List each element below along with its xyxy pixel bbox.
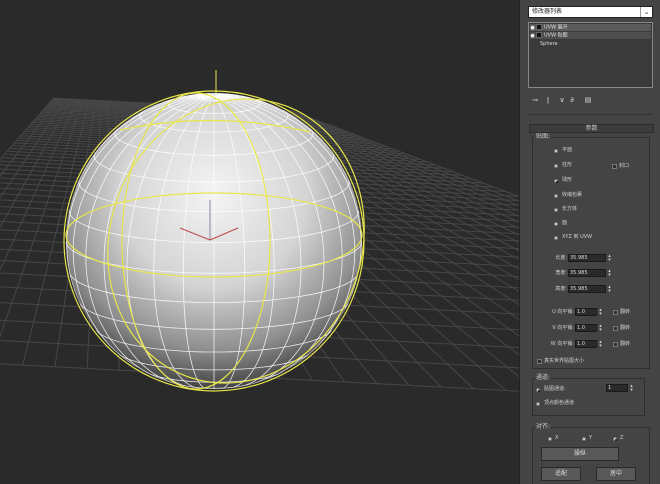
vertex-color-channel-label: 顶点颜色通道 [544, 400, 575, 406]
align-y-radio[interactable] [582, 437, 586, 441]
vertex-color-channel-radio[interactable] [536, 402, 540, 406]
modifier-stack[interactable]: ● UVW 展开 ● UVW 贴图 Sphere [528, 22, 653, 88]
stack-item-label: UVW 贴图 [544, 32, 568, 39]
mapping-radio-planar[interactable] [554, 149, 558, 153]
mapping-radio-box[interactable] [554, 208, 558, 212]
chevron-down-icon[interactable]: ⌄ [640, 7, 652, 17]
v-tile-field[interactable]: 1.0 [575, 324, 597, 332]
stack-item-label: UVW 展开 [544, 24, 568, 31]
w-flip-checkbox[interactable] [613, 342, 618, 347]
manipulate-button[interactable]: 操纵 [541, 447, 619, 461]
configure-sets-icon[interactable]: ▤ [582, 95, 594, 105]
stack-toolbar: ⊸ ǀ ∨ ∂ ▤ [530, 95, 650, 105]
map-channel-spinner[interactable]: ▴ ▾ [629, 384, 634, 393]
modifier-list-value: 修改器列表 [532, 8, 563, 15]
cap-checkbox[interactable] [612, 164, 617, 169]
mapping-radio-face[interactable] [554, 222, 558, 226]
u-tile-field[interactable]: 1.0 [575, 308, 597, 316]
u-tile-spinner[interactable]: ▴ ▾ [598, 308, 603, 317]
height-field[interactable]: 35.985 [568, 285, 606, 293]
mapping-radio-cylindrical[interactable] [554, 164, 558, 168]
mapping-option-label: 面 [562, 220, 568, 226]
w-tile-field[interactable]: 1.0 [575, 340, 597, 348]
divider [528, 114, 653, 115]
lightbulb-icon[interactable]: ● [530, 25, 535, 32]
mapping-option-label: 球形 [562, 177, 573, 183]
expand-box-icon[interactable] [536, 24, 542, 30]
v-tile-spinner[interactable]: ▴ ▾ [598, 324, 603, 333]
align-z-label: Z [620, 435, 624, 441]
pin-stack-icon[interactable]: ⊸ [530, 95, 540, 105]
rollout-parameters-header[interactable]: 参数 [529, 124, 654, 133]
u-tile-label: U 向平铺: [552, 309, 574, 315]
w-tile-label: W 向平铺: [550, 341, 574, 347]
command-panel-modify: 修改器列表 ⌄ ● UVW 展开 ● UVW 贴图 Sphere ⊸ ǀ ∨ ∂ ▤… [519, 0, 660, 484]
lightbulb-icon[interactable]: ● [530, 33, 535, 40]
v-flip-label: 翻转 [620, 325, 631, 331]
remove-modifier-icon[interactable]: ∂ [567, 95, 577, 105]
alignment-group-title: 对齐: [535, 423, 552, 430]
cap-label: 封口 [619, 163, 630, 169]
stack-item-sphere[interactable]: Sphere [530, 41, 651, 48]
make-unique-icon[interactable]: ∨ [557, 95, 567, 105]
align-y-label: Y [589, 435, 593, 441]
v-flip-checkbox[interactable] [613, 326, 618, 331]
length-spinner[interactable]: ▴ ▾ [607, 254, 612, 263]
show-end-result-icon[interactable]: ǀ [543, 95, 553, 105]
channel-group-title: 通道: [535, 374, 552, 381]
mapping-group-title: 贴图: [535, 133, 552, 140]
mapping-option-label: 收缩包裹 [562, 192, 583, 198]
modifier-list-dropdown[interactable]: 修改器列表 ⌄ [528, 6, 653, 18]
stack-item-uvw-map[interactable]: ● UVW 贴图 [530, 32, 651, 39]
width-field[interactable]: 35.985 [568, 269, 606, 277]
w-flip-label: 翻转 [620, 341, 631, 347]
align-x-radio[interactable] [548, 437, 552, 441]
expand-box-icon[interactable] [536, 32, 542, 38]
height-label: 高度: [555, 286, 567, 292]
rollout-title: 参数 [585, 125, 598, 132]
mapping-radio-spherical[interactable] [554, 179, 558, 183]
mapping-option-label: 平面 [562, 147, 573, 153]
real-world-map-size-label: 真实世界贴图大小 [544, 358, 585, 364]
scene-canvas [0, 0, 519, 484]
u-flip-label: 翻转 [620, 309, 631, 315]
length-field[interactable]: 35.985 [568, 254, 606, 262]
center-button[interactable]: 居中 [596, 467, 636, 481]
width-spinner[interactable]: ▴ ▾ [607, 269, 612, 278]
v-tile-label: V 向平铺: [552, 325, 574, 331]
mapping-radio-xyz-to-uvw[interactable] [554, 236, 558, 240]
mapping-option-label: 长方体 [562, 206, 578, 212]
fit-button[interactable]: 适配 [541, 467, 581, 481]
stack-item-label: Sphere [540, 41, 558, 47]
height-spinner[interactable]: ▴ ▾ [607, 285, 612, 294]
w-tile-spinner[interactable]: ▴ ▾ [598, 340, 603, 349]
mapping-radio-shrink-wrap[interactable] [554, 194, 558, 198]
length-label: 长度: [555, 255, 567, 261]
map-channel-field[interactable]: 1 [606, 384, 628, 392]
stack-item-uvw-unwrap[interactable]: ● UVW 展开 [530, 24, 651, 31]
mapping-group [532, 137, 650, 369]
u-flip-checkbox[interactable] [613, 310, 618, 315]
map-channel-label: 贴图通道: [544, 386, 566, 392]
map-channel-radio[interactable] [536, 388, 540, 392]
perspective-viewport[interactable] [0, 0, 519, 484]
mapping-option-label: XYZ 到 UVW [562, 234, 593, 240]
align-x-label: X [555, 435, 559, 441]
width-label: 宽度: [555, 270, 567, 276]
mapping-option-label: 柱形 [562, 162, 573, 168]
align-z-radio[interactable] [613, 437, 617, 441]
real-world-map-size-checkbox[interactable] [537, 359, 542, 364]
